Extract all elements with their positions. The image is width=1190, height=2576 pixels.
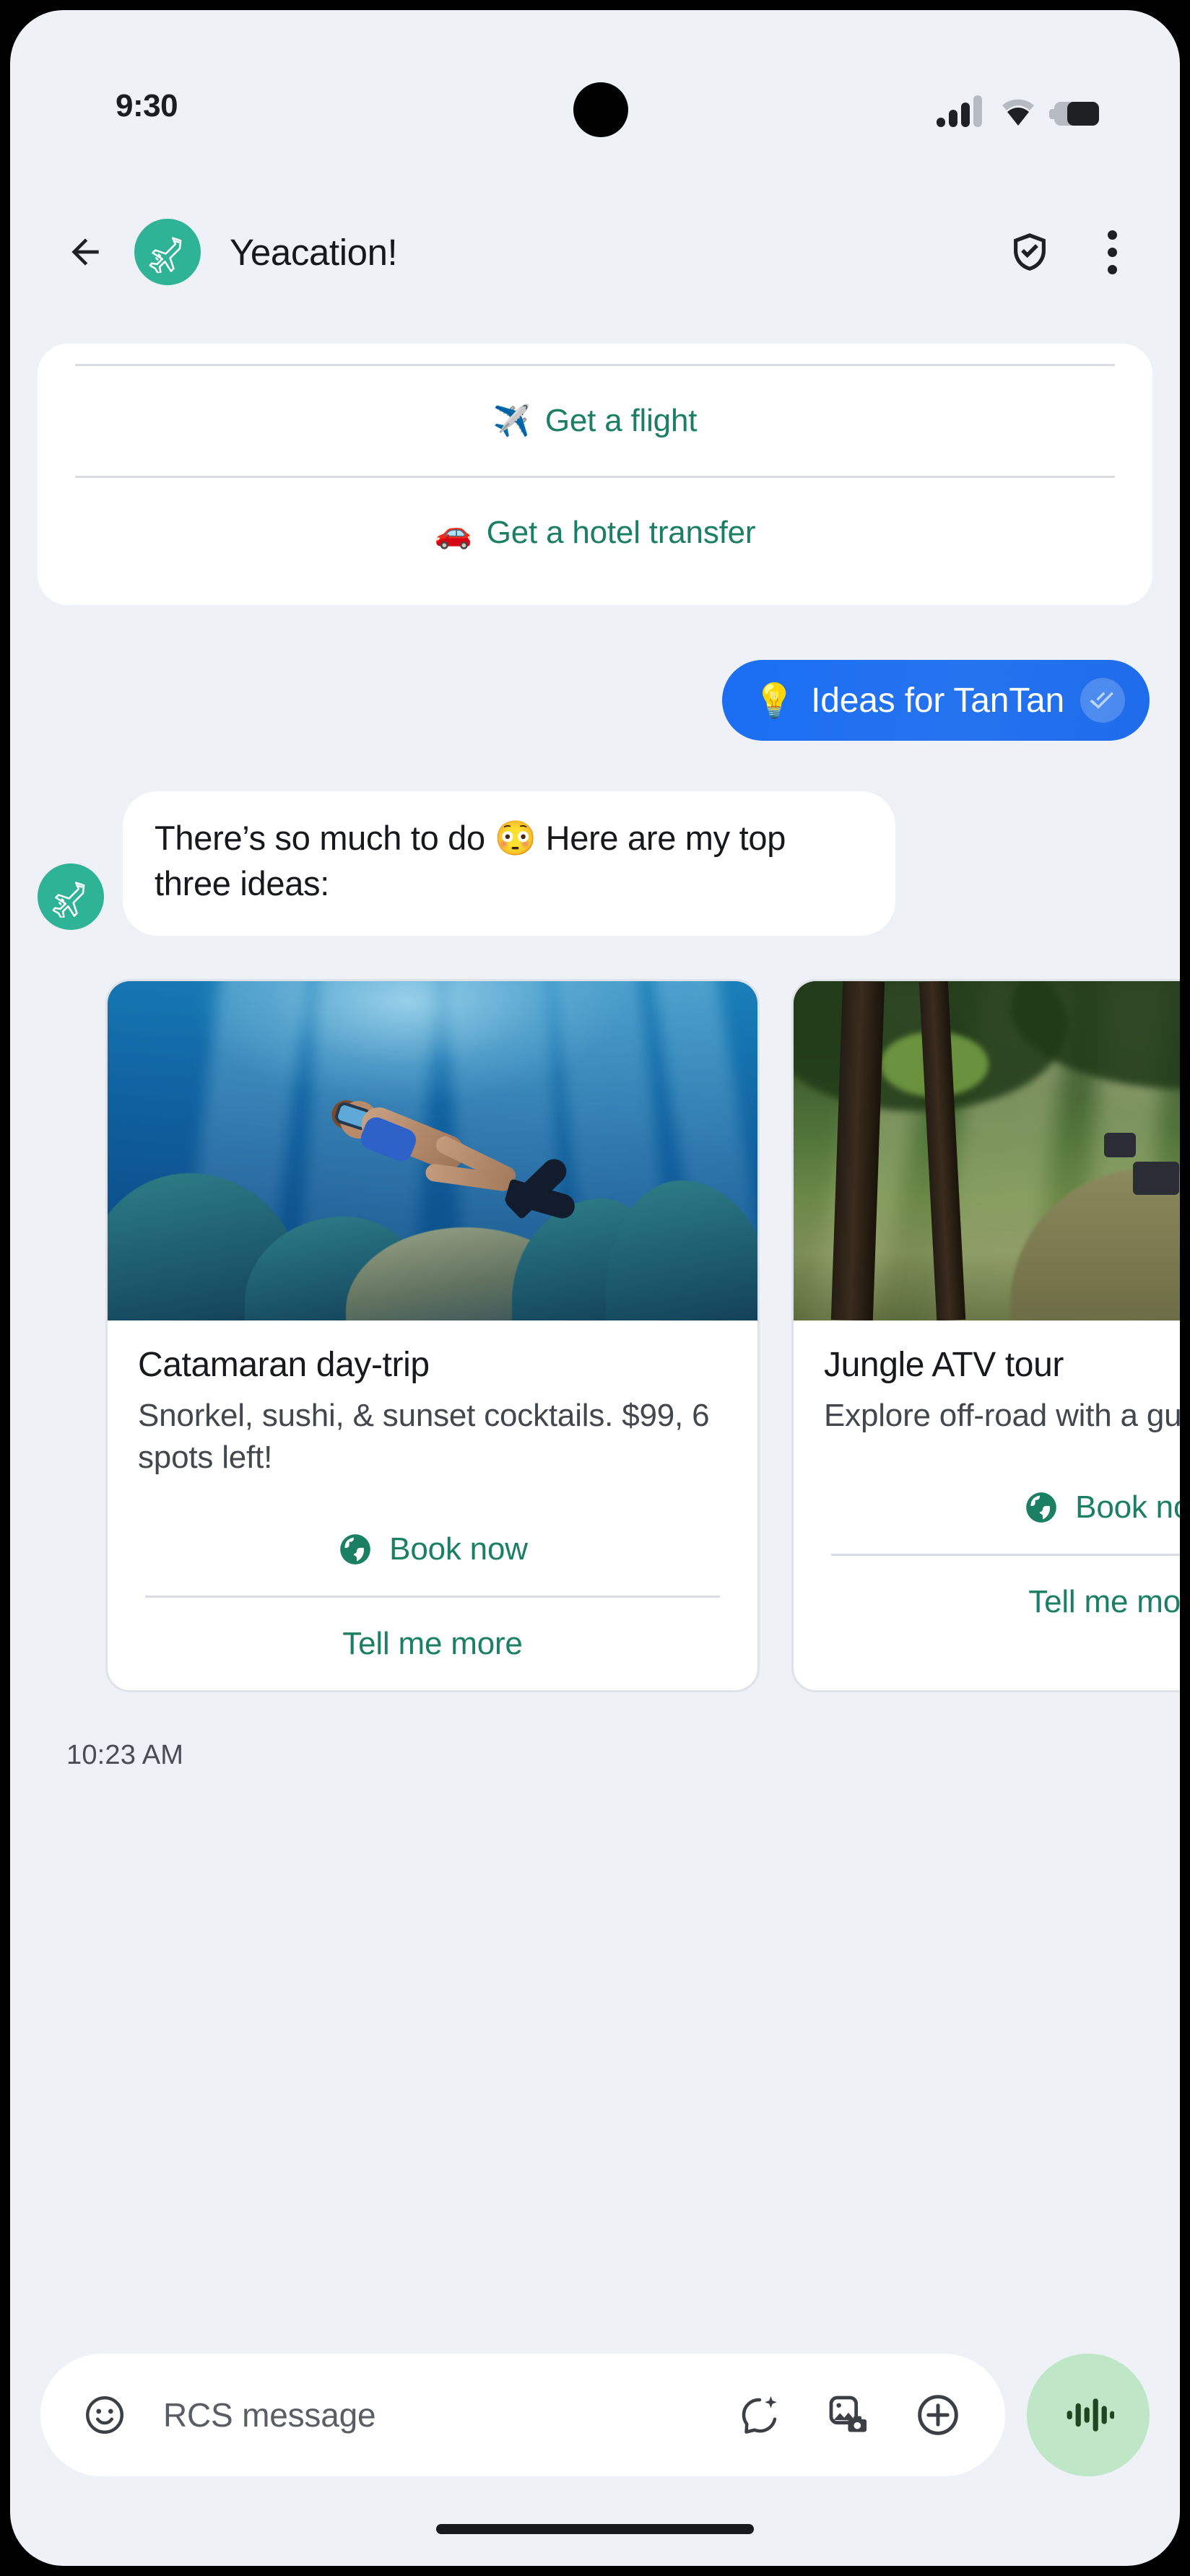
action-get-a-flight[interactable]: ✈️ Get a flight xyxy=(38,366,1152,476)
phone-device-frame: 9:30 Yeacation! ✈️ Get a flight 🚗 Get a … xyxy=(0,0,1190,2576)
back-button[interactable] xyxy=(52,219,118,285)
action-label: Get a flight xyxy=(544,403,698,438)
airplane-avatar-icon xyxy=(149,237,182,273)
received-message-bubble[interactable]: There’s so much to do 😳 Here are my top … xyxy=(123,791,895,936)
cellular-signal-icon xyxy=(937,94,982,127)
home-gesture-bar[interactable] xyxy=(436,2524,754,2534)
gallery-camera-icon[interactable] xyxy=(817,2384,880,2446)
avatar[interactable] xyxy=(134,219,201,285)
add-attachment-icon[interactable] xyxy=(907,2384,969,2446)
sent-message-text: Ideas for TanTan xyxy=(811,681,1064,720)
battery-icon xyxy=(1049,100,1099,127)
double-check-read-icon xyxy=(1080,678,1125,723)
page-title: Yeacation! xyxy=(230,231,398,273)
status-bar-icons xyxy=(937,79,1099,127)
sent-message-row: 💡 Ideas for TanTan xyxy=(10,660,1150,741)
rich-card-carousel[interactable]: Catamaran day-trip Snorkel, sushi, & sun… xyxy=(105,978,1180,1693)
emoji-smiley-icon[interactable] xyxy=(74,2384,136,2446)
received-message-row: There’s so much to do 😳 Here are my top … xyxy=(38,791,1180,936)
globe-icon xyxy=(1026,1492,1057,1523)
card-title: Catamaran day-trip xyxy=(138,1345,430,1384)
received-message-text: There’s so much to do 😳 Here are my top … xyxy=(155,819,786,902)
composer-placeholder-text[interactable]: RCS message xyxy=(163,2396,700,2434)
tell-me-more-button[interactable]: Tell me more xyxy=(108,1598,757,1690)
airplane-emoji: ✈️ xyxy=(492,404,531,438)
book-now-button[interactable]: Book now xyxy=(108,1503,757,1596)
airplane-avatar-icon xyxy=(52,882,85,918)
voice-waveform-icon xyxy=(1067,2398,1114,2432)
tell-me-more-label: Tell me more xyxy=(342,1626,523,1662)
card-actions: Book now Tell me more xyxy=(108,1503,757,1690)
tell-me-more-button[interactable]: Tell me more xyxy=(794,1556,1180,1648)
card-body: Catamaran day-trip Snorkel, sushi, & sun… xyxy=(108,1320,757,1479)
shield-check-icon[interactable] xyxy=(999,222,1060,282)
suggested-actions-card: ✈️ Get a flight 🚗 Get a hotel transfer xyxy=(38,344,1152,605)
action-get-a-hotel-transfer[interactable]: 🚗 Get a hotel transfer xyxy=(38,478,1152,588)
status-bar: 9:30 xyxy=(10,10,1180,147)
rich-card-jungle-atv[interactable]: Jungle ATV tour Explore off-road with a … xyxy=(791,978,1180,1693)
sent-message-bubble[interactable]: 💡 Ideas for TanTan xyxy=(721,660,1150,741)
phone-screen: 9:30 Yeacation! ✈️ Get a flight 🚗 Get a … xyxy=(10,10,1180,2566)
card-image-jungle-trail xyxy=(794,980,1180,1320)
status-bar-clock: 9:30 xyxy=(116,88,178,123)
card-body: Jungle ATV tour Explore off-road with a … xyxy=(794,1320,1180,1437)
composer-input-pill[interactable]: RCS message xyxy=(40,2354,1005,2476)
card-title: Jungle ATV tour xyxy=(824,1345,1064,1384)
more-options-icon[interactable] xyxy=(1082,222,1142,282)
message-composer: RCS message xyxy=(10,2354,1180,2476)
tell-me-more-label: Tell me more xyxy=(1028,1584,1180,1620)
app-bar-actions xyxy=(999,222,1142,282)
action-label: Get a hotel transfer xyxy=(486,515,756,550)
lightbulb-emoji: 💡 xyxy=(753,681,796,719)
book-now-label: Book now xyxy=(389,1531,528,1567)
card-image-freediver xyxy=(108,980,757,1320)
message-thread: ✈️ Get a flight 🚗 Get a hotel transfer 💡… xyxy=(10,322,1180,1771)
rich-card-catamaran[interactable]: Catamaran day-trip Snorkel, sushi, & sun… xyxy=(105,978,760,1693)
card-description: Explore off-road with a guide. $99, limi… xyxy=(824,1397,1180,1433)
car-emoji: 🚗 xyxy=(434,515,472,549)
book-now-label: Book now xyxy=(1075,1489,1180,1526)
sender-avatar xyxy=(38,863,104,930)
camera-punch-hole xyxy=(573,82,628,137)
globe-icon xyxy=(340,1534,371,1565)
card-actions: Book now Tell me more xyxy=(794,1461,1180,1648)
voice-message-button[interactable] xyxy=(1027,2354,1150,2476)
card-description: Snorkel, sushi, & sunset cocktails. $99,… xyxy=(138,1397,710,1476)
message-timestamp: 10:23 AM xyxy=(66,1740,184,1771)
ai-suggest-chat-icon[interactable] xyxy=(728,2384,790,2446)
wifi-icon xyxy=(1001,97,1035,127)
book-now-button[interactable]: Book now xyxy=(794,1461,1180,1554)
app-bar: Yeacation! xyxy=(10,191,1180,313)
